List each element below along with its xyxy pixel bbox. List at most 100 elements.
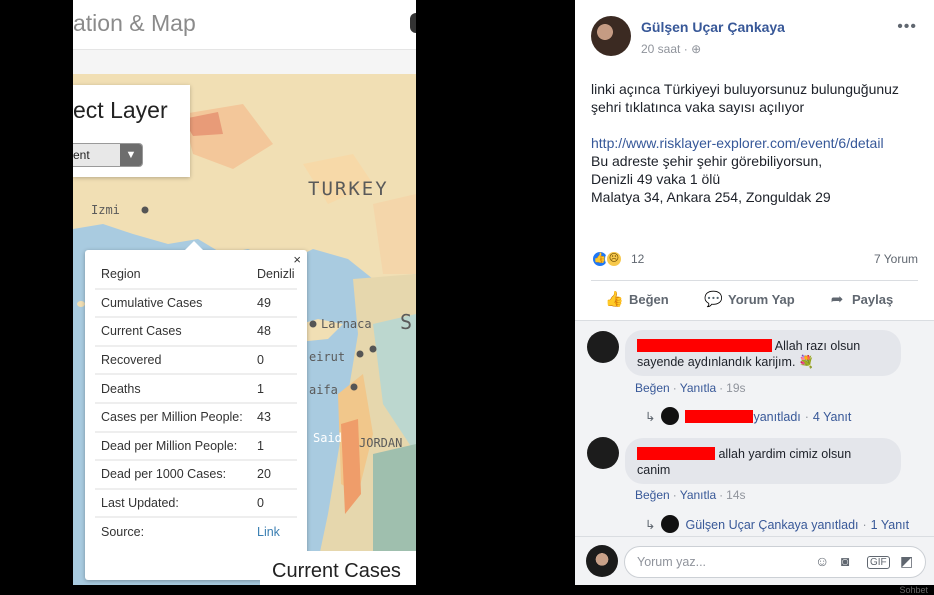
replies-link[interactable]: ↳ yanıtladı · 4 Yanıt: [645, 407, 851, 425]
row-label: Cumulative Cases: [95, 288, 249, 319]
photo-viewer: { "photo": { "app_title": "ation & Map",…: [0, 0, 934, 595]
map-label-said: Said: [313, 431, 342, 445]
comment-reply-link[interactable]: Yanıtla: [680, 488, 716, 502]
post-link[interactable]: http://www.risklayer-explorer.com/event/…: [591, 134, 921, 152]
post-sidebar: Gülşen Uçar Çankaya 20 saat · ⊕ ••• link…: [575, 0, 934, 585]
share-button[interactable]: ➦ Paylaş: [828, 282, 894, 318]
redaction: [637, 339, 772, 352]
map-legend: Current Cases: [260, 551, 416, 585]
author-name[interactable]: Gülşen Uçar Çankaya: [641, 19, 785, 35]
popup-tip: [185, 241, 203, 250]
gif-icon[interactable]: GIF: [867, 556, 890, 569]
sad-reaction-icon: ☹: [605, 250, 623, 268]
region-stats-table: Region Denizli Cumulative Cases 49 Current…: [95, 260, 297, 546]
post-time[interactable]: 20 saat: [641, 42, 680, 56]
reaction-count: 12: [631, 252, 645, 266]
row-label: Source:: [101, 525, 145, 540]
table-row: Last Updated: 0: [95, 488, 297, 519]
comment-text: allah yardim cimiz olsun: [718, 447, 852, 461]
row-label: Recovered: [95, 345, 249, 376]
map-label-jordan: JORDAN: [359, 436, 403, 450]
author-avatar[interactable]: [591, 16, 631, 56]
like-button[interactable]: 👍 Beğen: [605, 282, 669, 318]
table-row: Deaths 1: [95, 374, 297, 404]
comment-reply-link[interactable]: Yanıtla: [680, 381, 716, 395]
comment-bubble: allah yardim cimiz olsun canim: [625, 438, 901, 484]
chevron-down-icon: ▼: [120, 144, 142, 166]
comment-time[interactable]: 14s: [726, 488, 745, 502]
row-value: 43: [249, 402, 297, 433]
reply-arrow-icon: ↳: [645, 410, 656, 424]
comment-bubble: Allah razı olsun sayende aydınlandık kar…: [625, 330, 901, 376]
table-row: Dead per Million People: 1: [95, 431, 297, 462]
post-line: Denizli 49 vaka 1 ölü: [591, 171, 721, 187]
comment-text: Allah razı olsun: [774, 339, 861, 353]
comment-button[interactable]: 💬 Yorum Yap: [704, 282, 795, 318]
commenter-avatar[interactable]: [587, 437, 619, 469]
emoji-icon[interactable]: ☺: [815, 553, 829, 569]
more-options-icon[interactable]: •••: [897, 18, 917, 36]
comment-actions: Beğen · Yanıtla · 19s: [635, 381, 746, 395]
comment-input[interactable]: Yorum yaz... ☺ ◙ GIF ◩: [624, 546, 926, 578]
legend-title: Current Cases: [272, 560, 401, 582]
post-actions: 👍 Beğen 💬 Yorum Yap ➦ Paylaş: [591, 282, 918, 318]
app-header: ation & Map: [73, 0, 416, 50]
sticker-icon[interactable]: ◩: [900, 553, 913, 570]
post-photo[interactable]: ation & Map TURKEY Izmi Larnaca eirut ai…: [73, 0, 416, 585]
row-label: Region: [95, 260, 249, 290]
comment-actions: Beğen · Yanıtla · 14s: [635, 488, 746, 502]
app-menu-icon: [410, 13, 416, 33]
layer-dropdown[interactable]: ent ▼: [73, 143, 143, 167]
replier-avatar: [661, 407, 680, 425]
row-value: 1: [249, 431, 297, 462]
source-link[interactable]: Link: [249, 517, 297, 546]
table-row: Cumulative Cases 49: [95, 288, 297, 319]
row-label: Last Updated:: [95, 488, 249, 519]
row-value: Denizli: [249, 260, 297, 290]
app-title: ation & Map: [73, 10, 196, 36]
row-value: 20: [249, 460, 297, 490]
row-label: Cases per Million People:: [95, 402, 249, 433]
viewer-bottom-bar: [0, 585, 934, 595]
commenter-name[interactable]: [637, 339, 772, 353]
chat-tab[interactable]: Sohbet: [899, 585, 928, 595]
camera-icon[interactable]: ◙: [841, 553, 849, 569]
commenter-name[interactable]: [637, 447, 715, 461]
table-row: Region Denizli: [95, 260, 297, 290]
map-label-larnaca: Larnaca: [321, 317, 372, 331]
table-row: Dead per 1000 Cases: 20: [95, 460, 297, 490]
layer-dropdown-value: ent: [73, 148, 90, 162]
row-label: Current Cases: [95, 317, 249, 347]
map-label-beirut: eirut: [309, 350, 346, 364]
comment-count[interactable]: 7 Yorum: [874, 252, 918, 266]
post-meta: 20 saat · ⊕: [641, 42, 702, 56]
share-icon: ➦: [830, 291, 844, 308]
table-row: Source: Link: [95, 517, 297, 546]
comment-icon: 💬: [704, 291, 723, 308]
comment-time[interactable]: 19s: [726, 381, 745, 395]
divider: [591, 280, 918, 281]
current-user-avatar: [586, 545, 618, 577]
table-row: Current Cases 48: [95, 317, 297, 347]
comment-like-link[interactable]: Beğen: [635, 381, 670, 395]
post-text: linki açınca Türkiyeyi buluyorsunuz bulu…: [591, 80, 921, 206]
comment-like-link[interactable]: Beğen: [635, 488, 670, 502]
comment-text: canim: [637, 463, 671, 477]
post-line: linki açınca Türkiyeyi buluyorsunuz bulu…: [591, 81, 899, 97]
public-globe-icon: ⊕: [691, 42, 702, 56]
reply-arrow-icon: ↳: [645, 518, 656, 532]
map-label-s: S: [400, 310, 413, 334]
row-value: 49: [249, 288, 297, 319]
replies-link[interactable]: ↳ Gülşen Uçar Çankaya yanıtladı · 1 Yanıt: [645, 515, 909, 533]
commenter-avatar[interactable]: [587, 331, 619, 363]
layer-selector: ect Layer ent ▼: [73, 85, 190, 177]
row-label: Dead per Million People:: [95, 431, 249, 462]
thumbs-up-icon: 👍: [605, 291, 624, 308]
row-label: Deaths: [95, 374, 249, 404]
row-value: 48: [249, 317, 297, 347]
comments-section: Allah razı olsun sayende aydınlandık kar…: [575, 321, 934, 536]
bouquet-emoji: 💐: [798, 355, 815, 369]
row-value: 1: [249, 374, 297, 404]
post-line: Malatya 34, Ankara 254, Zonguldak 29: [591, 189, 831, 205]
comment-text: sayende aydınlandık karijım.: [637, 355, 796, 369]
